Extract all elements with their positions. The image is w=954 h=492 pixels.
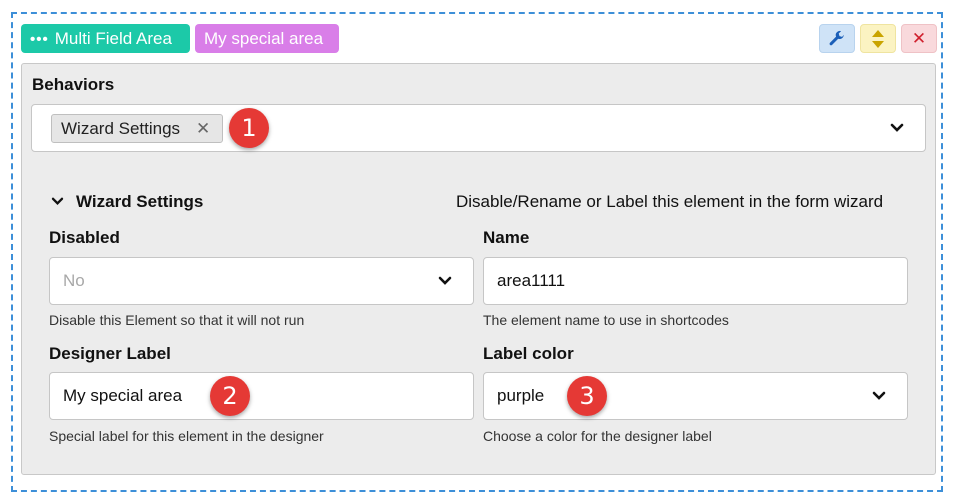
close-icon: ✕ <box>911 28 927 48</box>
move-button[interactable] <box>860 24 896 53</box>
settings-button[interactable] <box>819 24 855 53</box>
disabled-help-text: Disable this Element so that it will not… <box>49 312 305 328</box>
wizard-settings-title[interactable]: Wizard Settings <box>76 192 203 212</box>
chevron-down-icon[interactable] <box>438 276 452 286</box>
chevron-down-icon[interactable] <box>890 123 904 133</box>
designer-label-help-text: Special label for this element in the de… <box>49 428 324 444</box>
disabled-select-value: No <box>63 271 85 290</box>
designer-label-label: Designer Label <box>49 344 171 363</box>
wizard-settings-description: Disable/Rename or Label this element in … <box>456 192 884 211</box>
remove-element-button[interactable]: ✕ <box>901 24 937 53</box>
label-color-label: Label color <box>483 344 574 363</box>
behaviors-label: Behaviors <box>32 75 115 94</box>
name-help-text: The element name to use in shortcodes <box>483 312 729 328</box>
callout-badge-1: 1 <box>229 108 269 148</box>
disabled-label: Disabled <box>49 228 120 247</box>
label-color-help-text: Choose a color for the designer label <box>483 428 712 444</box>
name-input-value: area1111 <box>497 271 566 290</box>
behavior-chip-label: Wizard Settings <box>61 119 181 138</box>
behavior-chip-wizard-settings: Wizard Settings ✕ <box>51 114 223 143</box>
label-color-select[interactable] <box>483 372 908 420</box>
callout-badge-3: 3 <box>567 376 607 416</box>
wrench-icon <box>829 30 844 45</box>
designer-label-input-value: My special area <box>63 386 183 405</box>
name-label: Name <box>483 228 530 247</box>
element-type-label: Multi Field Area <box>54 29 172 48</box>
collapse-chevron-icon[interactable] <box>51 197 64 206</box>
designer-label-tag[interactable]: My special area <box>195 24 339 53</box>
chevron-down-icon[interactable] <box>872 391 886 401</box>
ellipsis-icon: ••• <box>30 31 49 48</box>
label-color-select-value: purple <box>497 386 545 405</box>
element-type-tag[interactable]: ••• Multi Field Area <box>21 24 190 53</box>
up-down-icon <box>872 29 884 48</box>
chip-remove-icon[interactable]: ✕ <box>196 115 210 142</box>
callout-badge-2: 2 <box>210 376 250 416</box>
disabled-select[interactable] <box>49 257 474 305</box>
